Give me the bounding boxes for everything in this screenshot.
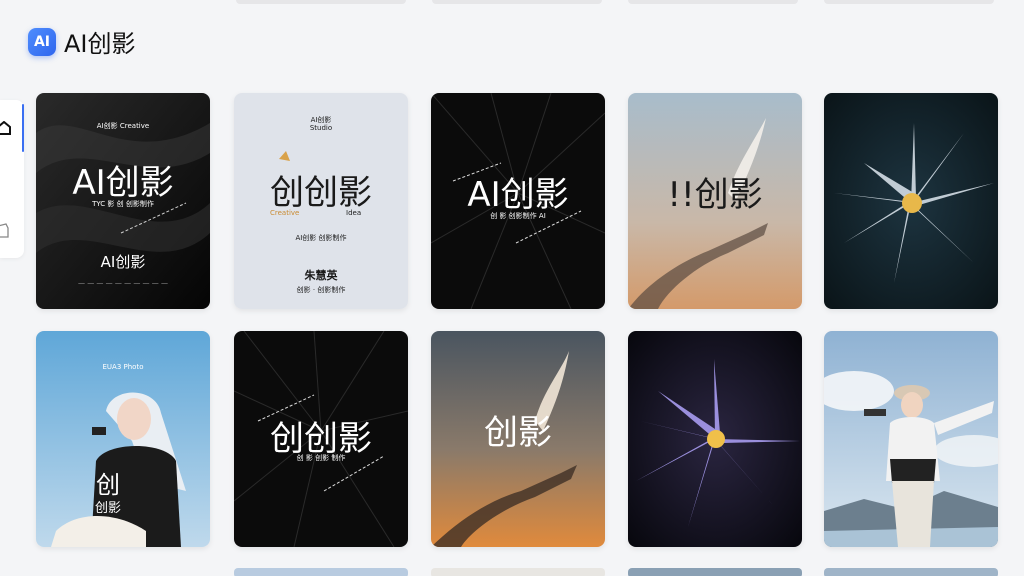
gallery-card-9[interactable]	[628, 331, 802, 547]
app-brand[interactable]: AI AI创影	[28, 24, 136, 59]
app-name: AI创影	[64, 30, 136, 58]
card-right-label: Idea	[346, 209, 362, 217]
gallery-card-2[interactable]: AI创影 Studio 创创影 Creative Idea AI创影 创影制作 …	[234, 93, 408, 309]
home-icon	[0, 121, 12, 135]
gallery-card-7[interactable]: 创创影 创 影 创影 制作	[234, 331, 408, 547]
gallery-card-8[interactable]: 创影	[431, 331, 605, 547]
ghost-card-bottom-1	[234, 568, 408, 576]
ghost-card-top-4	[824, 0, 994, 4]
card-subtitle: 创 影 创影制作 AI	[490, 212, 546, 220]
card-footer: 创影 · 创影制作	[296, 286, 346, 294]
gallery-card-4[interactable]: !!创影	[628, 93, 802, 309]
card-shirt-text-2: 创影	[94, 501, 121, 516]
card-shirt-text: 创	[96, 471, 120, 499]
card-bottom-title: 朱慧英	[304, 269, 338, 282]
card-top-text: EUA3 Photo	[102, 363, 144, 371]
card-subtitle: AI创影 创影制作	[295, 234, 347, 242]
card-footer: — — — — — — — — — —	[77, 279, 169, 287]
gallery-card-1[interactable]: AI创影 Creative AI创影 TYC 影 创 创影制作 AI创影 — —…	[36, 93, 210, 309]
box-icon	[0, 222, 12, 238]
card-bottom-title: AI创影	[100, 253, 146, 271]
ghost-card-top-2	[432, 0, 602, 4]
card-left-label: Creative	[270, 209, 300, 217]
card-title: 创影	[484, 413, 552, 453]
sidebar-item-home[interactable]	[0, 108, 24, 148]
page: AI AI创影 AI创影 Creative AI创影 TYC 影 创 创影制作 …	[0, 0, 1024, 576]
sidebar	[0, 100, 24, 258]
card-top-text-2: Studio	[309, 124, 333, 132]
card-top-text: AI创影 Creative	[96, 122, 150, 130]
sidebar-item-assets[interactable]	[0, 210, 24, 250]
ghost-card-bottom-2	[431, 568, 605, 576]
gallery-card-10[interactable]	[824, 331, 998, 547]
card-subtitle: 创 影 创影 制作	[296, 454, 346, 462]
gallery-card-3[interactable]: AI创影 创 影 创影制作 AI	[431, 93, 605, 309]
card-title: AI创影	[72, 163, 174, 203]
card-background	[628, 331, 802, 547]
card-title: !!创影	[667, 175, 763, 215]
card-subtitle: TYC 影 创 创影制作	[92, 200, 154, 208]
app-logo-icon: AI	[28, 27, 56, 56]
card-title: AI创影	[467, 175, 569, 215]
ghost-card-bottom-4	[824, 568, 998, 576]
card-background	[824, 93, 998, 309]
card-title: 创创影	[270, 173, 372, 213]
gallery-card-6[interactable]: EUA3 Photo 创 创影	[36, 331, 210, 547]
ghost-card-top-1	[236, 0, 406, 4]
card-background	[824, 331, 998, 547]
ghost-card-top-3	[628, 0, 798, 4]
gallery-card-5[interactable]	[824, 93, 998, 309]
ghost-card-bottom-3	[628, 568, 802, 576]
